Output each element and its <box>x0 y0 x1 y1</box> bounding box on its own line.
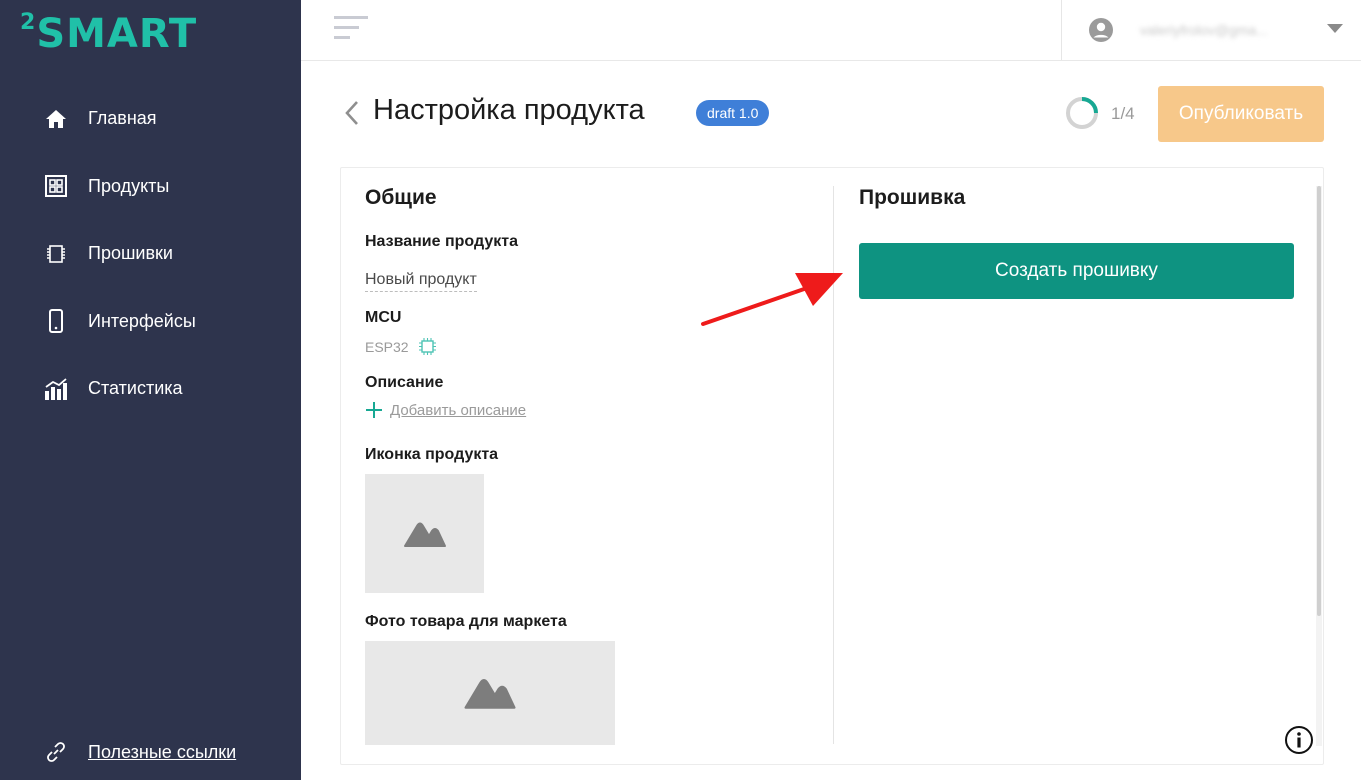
image-placeholder-icon <box>403 522 446 547</box>
sidebar-item-home[interactable]: Главная <box>0 85 301 153</box>
publish-button[interactable]: Опубликовать <box>1158 86 1324 142</box>
chip-icon <box>44 242 68 266</box>
annotation-arrow-icon <box>701 273 843 326</box>
sidebar-nav: Главная Продукты Прошивки Интерфейсы Ста… <box>0 85 301 423</box>
user-menu[interactable]: valeriyfrolov@gma... <box>1061 0 1361 60</box>
scrollbar-thumb[interactable] <box>1317 186 1321 616</box>
image-placeholder-icon <box>464 679 516 709</box>
home-icon <box>44 107 68 131</box>
chevron-down-icon[interactable] <box>1327 24 1343 33</box>
add-description-label: Добавить описание <box>390 401 527 419</box>
sidebar-item-label: Прошивки <box>88 243 173 264</box>
useful-links-label: Полезные ссылки <box>88 741 237 762</box>
step-counter: 1/4 <box>1111 104 1135 123</box>
topbar: valeriyfrolov@gma... <box>301 0 1361 61</box>
product-icon-upload[interactable] <box>365 474 484 593</box>
back-button[interactable] <box>342 99 362 127</box>
sidebar-item-products[interactable]: Продукты <box>0 153 301 221</box>
product-name-field[interactable]: Новый продукт <box>365 271 477 292</box>
phone-icon <box>44 309 68 334</box>
create-firmware-button[interactable]: Создать прошивку <box>859 243 1294 299</box>
add-description-link[interactable]: Добавить описание <box>365 401 526 419</box>
sidebar-item-firmware[interactable]: Прошивки <box>0 220 301 288</box>
logo-text: SMART <box>36 11 198 57</box>
description-label: Описание <box>365 374 444 391</box>
page-title: Настройка продукта <box>373 94 645 126</box>
info-icon[interactable] <box>1284 725 1314 755</box>
mcu-value-text: ESP32 <box>365 338 409 355</box>
sidebar-item-interfaces[interactable]: Интерфейсы <box>0 288 301 356</box>
sidebar-item-label: Статистика <box>88 378 183 399</box>
mcu-label: MCU <box>365 309 402 326</box>
user-email: valeriyfrolov@gma... <box>1140 22 1268 38</box>
sidebar-item-label: Интерфейсы <box>88 310 196 331</box>
products-icon <box>44 174 68 198</box>
progress-ring <box>1066 97 1098 129</box>
product-name-label: Название продукта <box>365 233 518 250</box>
logo[interactable]: 2 SMART <box>20 10 198 57</box>
mcu-value: ESP32 <box>365 337 437 356</box>
chip-icon[interactable] <box>418 337 437 356</box>
version-badge: draft 1.0 <box>696 100 770 126</box>
user-avatar-icon <box>1088 17 1114 43</box>
logo-superscript: 2 <box>20 10 36 35</box>
stats-icon <box>44 377 68 401</box>
useful-links[interactable]: Полезные ссылки <box>44 740 236 764</box>
sidebar: 2 SMART Главная Продукты Прошивки Интерф… <box>0 0 301 780</box>
plus-icon <box>365 401 383 419</box>
market-photo-upload[interactable] <box>365 641 615 745</box>
sidebar-item-label: Продукты <box>88 175 170 196</box>
firmware-heading: Прошивка <box>859 186 966 209</box>
product-icon-label: Иконка продукта <box>365 446 499 463</box>
market-photo-label: Фото товара для маркета <box>365 613 567 630</box>
sidebar-item-statistics[interactable]: Статистика <box>0 355 301 423</box>
menu-toggle-icon[interactable] <box>334 16 368 44</box>
link-icon <box>44 740 68 764</box>
sidebar-item-label: Главная <box>88 108 157 129</box>
general-heading: Общие <box>365 186 437 209</box>
